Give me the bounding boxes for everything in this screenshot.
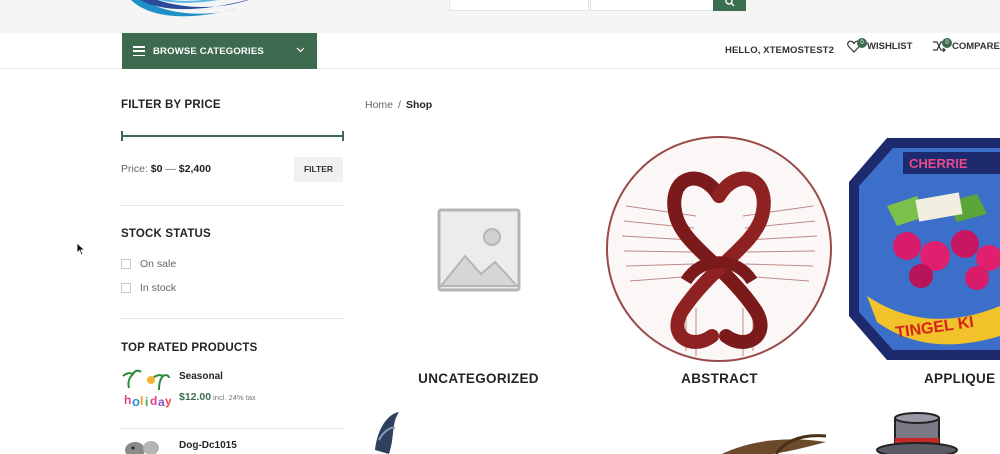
compare-label: COMPARE: [952, 40, 1000, 52]
product-name-link[interactable]: Dog-Dc1015: [179, 440, 237, 451]
stock-option-in-stock[interactable]: In stock: [121, 282, 176, 294]
svg-text:CHERRIE: CHERRIE: [909, 156, 968, 171]
price-slider-max-handle[interactable]: [342, 131, 344, 141]
applique-embroidery-image: CHERRIE TINGEL KI: [849, 138, 1000, 360]
price-max: $2,400: [178, 163, 211, 175]
stock-option-label: On sale: [140, 258, 177, 270]
product-price-value: $12.00: [179, 391, 212, 403]
breadcrumb-current: Shop: [405, 99, 433, 111]
category-card-row2-3[interactable]: [847, 410, 1000, 454]
menu-icon: [133, 46, 145, 56]
search-button[interactable]: [713, 0, 746, 11]
breadcrumb-home-link[interactable]: Home: [365, 99, 393, 111]
category-card-row2-2[interactable]: [606, 410, 833, 454]
store-logo[interactable]: [118, 0, 258, 28]
stock-status-title: STOCK STATUS: [121, 228, 211, 240]
browse-categories-button[interactable]: BROWSE CATEGORIES: [122, 33, 317, 69]
mouse-cursor-icon: [76, 242, 86, 256]
category-card-row2-1[interactable]: [365, 410, 592, 454]
chevron-down-icon: [296, 47, 305, 53]
category-label[interactable]: APPLIQUE: [847, 371, 1000, 386]
category-card-abstract[interactable]: [606, 136, 833, 362]
account-greeting-link[interactable]: HELLO, XTEMOSTEST2: [725, 45, 834, 56]
wishlist-count-badge: 0: [857, 38, 867, 48]
price-slider-track: [121, 135, 344, 137]
category-card-applique[interactable]: CHERRIE TINGEL KI: [847, 136, 1000, 362]
svg-text:y: y: [165, 394, 171, 408]
category-card-uncategorized[interactable]: [365, 136, 592, 362]
svg-text:d: d: [150, 394, 157, 408]
svg-text:o: o: [132, 394, 140, 409]
search-icon: [725, 0, 735, 7]
breadcrumb: Home / Shop: [365, 99, 432, 111]
stock-option-on-sale[interactable]: On sale: [121, 258, 176, 270]
wishlist-link[interactable]: 0 WISHLIST: [847, 38, 913, 53]
filter-by-price-title: FILTER BY PRICE: [121, 99, 221, 111]
sidebar-divider: [121, 428, 344, 429]
checkbox[interactable]: [121, 259, 131, 269]
product-tax-note: incl. 24% tax: [213, 393, 256, 402]
stock-option-label: In stock: [140, 282, 177, 294]
svg-text:i: i: [145, 395, 148, 409]
checkbox[interactable]: [121, 283, 131, 293]
browse-categories-label: BROWSE CATEGORIES: [153, 45, 264, 57]
category-label[interactable]: ABSTRACT: [606, 371, 833, 386]
bird-embroidery-image: [375, 412, 399, 454]
abstract-embroidery-image: [606, 136, 832, 362]
product-thumbnail-dog[interactable]: [121, 436, 171, 454]
svg-text:h: h: [124, 393, 131, 407]
leaf-embroidery-image: [721, 434, 827, 454]
breadcrumb-separator: /: [398, 99, 401, 111]
sidebar-divider: [121, 205, 344, 206]
product-name-link[interactable]: Seasonal: [179, 371, 223, 382]
placeholder-image-icon: [365, 136, 592, 362]
search-input[interactable]: [449, 0, 589, 11]
top-header: [0, 0, 1000, 33]
wishlist-label: WISHLIST: [867, 41, 913, 52]
top-rated-products-title: TOP RATED PRODUCTS: [121, 342, 258, 354]
compare-count-badge: 0: [942, 38, 952, 48]
price-range-slider[interactable]: [121, 131, 344, 141]
svg-text:a: a: [158, 395, 165, 409]
price-min: $0: [150, 163, 163, 175]
product-price: $12.00 incl. 24% tax: [179, 391, 256, 403]
filter-button[interactable]: FILTER: [294, 157, 343, 182]
product-thumbnail-seasonal[interactable]: h o l i d a y: [121, 368, 171, 412]
category-select[interactable]: [590, 0, 714, 11]
price-range-text: Price: $0 — $2,400: [121, 163, 211, 175]
sidebar-divider: [121, 318, 344, 319]
category-label[interactable]: UNCATEGORIZED: [365, 371, 592, 386]
price-slider-min-handle[interactable]: [121, 131, 123, 141]
svg-text:l: l: [140, 394, 143, 408]
hat-embroidery-image: [876, 412, 958, 454]
price-dash: —: [165, 163, 176, 175]
price-prefix: Price:: [121, 163, 148, 175]
compare-link[interactable]: 0 COMPARE: [932, 38, 1000, 52]
